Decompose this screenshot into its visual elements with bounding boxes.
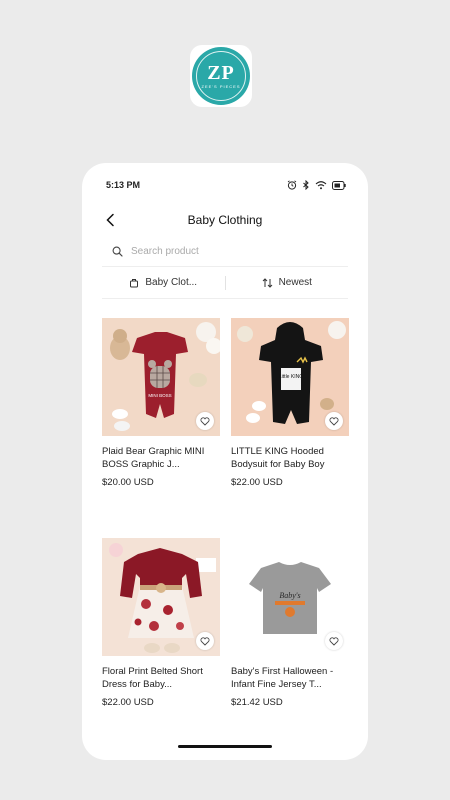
- search-icon: [112, 246, 123, 257]
- product-image-text: Little KING: [279, 374, 303, 380]
- search-bar: [102, 237, 348, 267]
- favorite-button[interactable]: [325, 412, 343, 430]
- favorite-button[interactable]: [196, 412, 214, 430]
- sort-icon: [262, 277, 272, 288]
- product-price: $21.42 USD: [231, 697, 283, 708]
- product-price: $22.00 USD: [102, 697, 154, 708]
- product-image-text: MINI BOSS: [148, 393, 171, 398]
- filter-bar: Baby Clot... Newest: [102, 267, 348, 299]
- heart-icon: [329, 416, 339, 426]
- app-logo: ZP ZEE'S PIECES: [190, 45, 252, 107]
- phone-screen: 5:13 PM Baby Clothing Search product Bab…: [82, 163, 368, 760]
- heart-icon: [329, 636, 339, 646]
- product-card[interactable]: Little KING LITTLE KING Hooded Bodysuit …: [231, 318, 349, 538]
- sort-label: Newest: [278, 277, 312, 288]
- product-card[interactable]: Floral Print Belted Short Dress for Baby…: [102, 538, 220, 758]
- search-input[interactable]: [131, 246, 311, 257]
- product-price: $20.00 USD: [102, 477, 154, 488]
- alarm-icon: [287, 180, 297, 190]
- product-price: $22.00 USD: [231, 477, 283, 488]
- header: Baby Clothing: [82, 207, 368, 233]
- category-filter-button[interactable]: Baby Clot...: [102, 267, 225, 298]
- sort-button[interactable]: Newest: [226, 267, 349, 298]
- page-title: Baby Clothing: [187, 213, 263, 227]
- chevron-left-icon[interactable]: [102, 211, 120, 229]
- heart-icon: [200, 416, 210, 426]
- product-card[interactable]: MINI BOSS Plaid Bear Graphic MINI BOSS G…: [102, 318, 220, 538]
- battery-icon: [332, 180, 346, 190]
- favorite-button[interactable]: [325, 632, 343, 650]
- product-title: Floral Print Belted Short Dress for Baby…: [102, 666, 203, 690]
- category-icon: [130, 278, 139, 287]
- product-card[interactable]: Baby's Baby's First Halloween - Infant F…: [231, 538, 349, 758]
- product-image: [102, 538, 220, 656]
- product-image-text: Baby's: [279, 591, 300, 600]
- heart-icon: [200, 636, 210, 646]
- status-time: 5:13 PM: [106, 180, 141, 190]
- product-title: Baby's First Halloween - Infant Fine Jer…: [231, 666, 334, 690]
- product-title: LITTLE KING Hooded Bodysuit for Baby Boy: [231, 446, 325, 470]
- wifi-icon: [315, 181, 327, 190]
- status-bar: 5:13 PM: [82, 163, 368, 207]
- product-title: Plaid Bear Graphic MINI BOSS Graphic J..…: [102, 446, 205, 470]
- product-grid: MINI BOSS Plaid Bear Graphic MINI BOSS G…: [102, 318, 349, 758]
- product-image: Little KING: [231, 318, 349, 436]
- bluetooth-icon: [303, 180, 309, 190]
- category-filter-label: Baby Clot...: [145, 277, 198, 288]
- product-image: MINI BOSS: [102, 318, 220, 436]
- favorite-button[interactable]: [196, 632, 214, 650]
- home-indicator[interactable]: [178, 745, 272, 748]
- product-image: Baby's: [231, 538, 349, 656]
- logo-badge: ZP ZEE'S PIECES: [192, 47, 250, 105]
